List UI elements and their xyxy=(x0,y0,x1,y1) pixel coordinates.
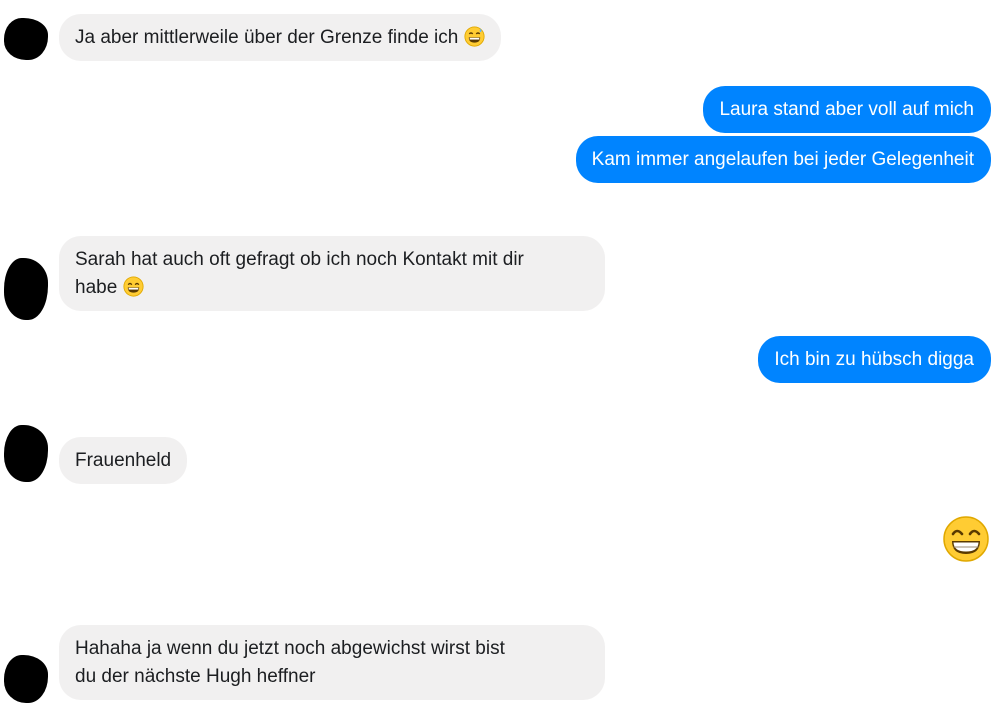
contact-avatar[interactable] xyxy=(4,655,48,703)
message-text: Frauenheld xyxy=(75,450,172,471)
message-text: Ich bin zu hübsch digga xyxy=(774,349,974,370)
incoming-message: Ja aber mittlerweile über der Grenze fin… xyxy=(59,14,502,61)
incoming-message: Hahaha ja wenn du jetzt noch abgewichst … xyxy=(59,625,605,700)
beaming-face-with-smiling-eyes-icon xyxy=(943,516,989,562)
contact-avatar[interactable] xyxy=(4,425,48,482)
contact-avatar[interactable] xyxy=(4,258,48,320)
outgoing-message: Ich bin zu hübsch digga xyxy=(758,336,991,383)
message-line: Sarah hat auch oft gefragt ob ich noch K… xyxy=(75,249,524,270)
message-line: du der nächste Hugh heffner xyxy=(75,666,316,687)
incoming-message: Sarah hat auch oft gefragt ob ich noch K… xyxy=(59,236,605,311)
message-line: Hahaha ja wenn du jetzt noch abgewichst … xyxy=(75,638,505,659)
incoming-message: Frauenheld xyxy=(59,437,188,484)
message-text: Kam immer angelaufen bei jeder Gelegenhe… xyxy=(591,149,974,170)
message-text: Ja aber mittlerweile über der Grenze fin… xyxy=(75,27,459,48)
message-line: habe xyxy=(75,277,118,298)
outgoing-message: Laura stand aber voll auf mich xyxy=(703,86,991,133)
grinning-face-with-smiling-eyes-icon xyxy=(123,276,144,297)
grinning-face-with-sweat-icon xyxy=(464,26,485,47)
message-text: Laura stand aber voll auf mich xyxy=(719,99,974,120)
outgoing-message: Kam immer angelaufen bei jeder Gelegenhe… xyxy=(575,136,991,183)
contact-avatar[interactable] xyxy=(4,18,48,60)
